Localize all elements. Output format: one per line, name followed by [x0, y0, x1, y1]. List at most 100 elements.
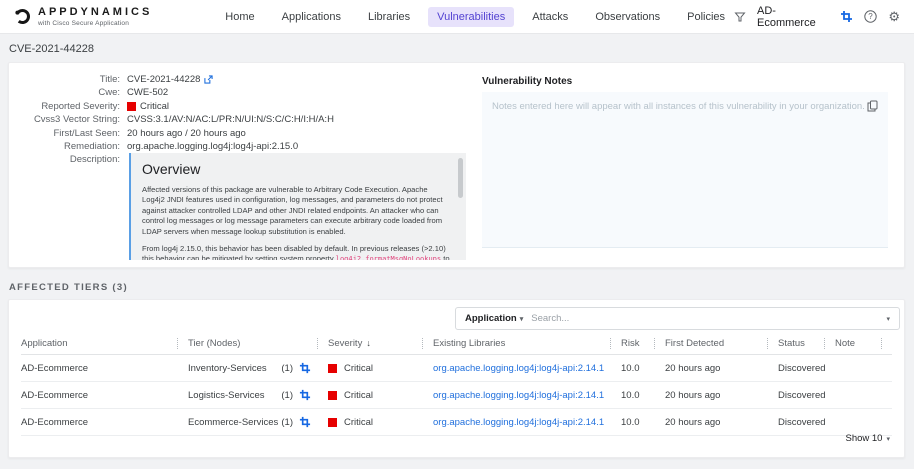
- application-selector[interactable]: AD-Ecommerce: [757, 5, 829, 29]
- appdynamics-logo[interactable]: APPDYNAMICS with Cisco Secure Applicatio…: [14, 6, 152, 27]
- table-header-row: Application Tier (Nodes) Severity ↓ Exist…: [21, 332, 892, 355]
- cell-risk: 10.0: [621, 362, 640, 374]
- cell-severity: Critical: [328, 363, 433, 374]
- topbar-actions: AD-Ecommerce ? ⚙: [734, 5, 900, 29]
- library-link[interactable]: org.apache.logging.log4j:log4j-api:2.14.…: [433, 390, 604, 401]
- copy-icon[interactable]: [867, 100, 878, 112]
- column-resize-handle[interactable]: [654, 337, 655, 349]
- nav-libraries[interactable]: Libraries: [359, 7, 419, 27]
- nav-policies[interactable]: Policies: [678, 7, 734, 27]
- description-overview-box[interactable]: Overview Affected versions of this packa…: [129, 153, 466, 260]
- overview-paragraph-2: From log4j 2.15.0, this behavior has bee…: [142, 244, 450, 260]
- table-row[interactable]: AD-Ecommerce Inventory-Services (1) Crit…: [21, 355, 892, 382]
- page-title: CVE-2021-44228: [9, 43, 95, 55]
- severity-critical-swatch: [328, 417, 337, 427]
- field-cvss-label: Cvss3 Vector String:: [33, 114, 120, 126]
- column-header-application[interactable]: Application: [21, 337, 188, 349]
- vulnerability-details-card: Title: CVE-2021-44228 Cwe: CWE-502 Repor…: [8, 62, 905, 268]
- cell-tier-nodes: Ecommerce-Services (1): [188, 416, 328, 428]
- flow-map-icon[interactable]: [299, 362, 311, 374]
- table-row[interactable]: AD-Ecommerce Ecommerce-Services (1) Crit…: [21, 409, 892, 436]
- cell-tier-nodes: Logistics-Services (1): [188, 389, 328, 401]
- flow-map-icon[interactable]: [840, 10, 853, 23]
- flow-map-icon[interactable]: [299, 389, 311, 401]
- nav-vulnerabilities[interactable]: Vulnerabilities: [428, 6, 515, 27]
- table-row[interactable]: AD-Ecommerce Logistics-Services (1) Crit…: [21, 382, 892, 409]
- node-count: (1): [281, 416, 293, 428]
- svg-text:?: ?: [869, 12, 874, 21]
- column-resize-handle[interactable]: [824, 337, 825, 349]
- table-footer: Show 10 ▾: [846, 433, 891, 444]
- column-resize-handle[interactable]: [422, 337, 423, 349]
- settings-gear-icon[interactable]: ⚙: [888, 10, 900, 23]
- column-header-first-detected[interactable]: First Detected: [665, 337, 778, 349]
- column-resize-handle[interactable]: [177, 337, 178, 349]
- column-resize-handle[interactable]: [881, 337, 882, 349]
- field-remediation-value: org.apache.logging.log4j:log4j-api:2.15.…: [127, 141, 299, 153]
- field-title: Title: CVE-2021-44228: [9, 73, 479, 86]
- notes-placeholder: Notes entered here will appear with all …: [492, 101, 865, 112]
- node-count: (1): [281, 362, 293, 374]
- cell-severity: Critical: [328, 417, 433, 428]
- column-header-existing-libraries[interactable]: Existing Libraries: [433, 337, 621, 349]
- overview-paragraph-1: Affected versions of this package are vu…: [142, 185, 443, 236]
- external-link-icon[interactable]: [204, 75, 214, 84]
- column-resize-handle[interactable]: [610, 337, 611, 349]
- severity-critical-swatch: [127, 102, 136, 112]
- search-filter-dropdown[interactable]: Application ▾: [465, 313, 523, 324]
- cell-risk: 10.0: [621, 389, 640, 401]
- overview-heading: Overview: [142, 161, 201, 177]
- filter-icon[interactable]: [734, 11, 746, 23]
- field-cvss-vector: Cvss3 Vector String: CVSS:3.1/AV:N/AC:L/…: [9, 113, 479, 126]
- help-icon[interactable]: ?: [864, 10, 878, 23]
- cell-status: Discovered: [778, 389, 826, 401]
- field-remediation-label: Remediation:: [64, 141, 120, 153]
- column-header-status[interactable]: Status: [778, 337, 835, 349]
- appdynamics-logo-icon: [14, 8, 31, 25]
- top-navigation-bar: APPDYNAMICS with Cisco Secure Applicatio…: [0, 0, 914, 34]
- column-resize-handle[interactable]: [317, 337, 318, 349]
- nav-home[interactable]: Home: [216, 7, 263, 27]
- scrollbar-thumb[interactable]: [458, 158, 463, 198]
- chevron-down-icon: ▾: [519, 315, 524, 323]
- cell-tier-nodes: Inventory-Services (1): [188, 362, 328, 374]
- affected-tiers-heading: AFFECTED TIERS (3): [9, 282, 128, 293]
- node-count: (1): [281, 389, 293, 401]
- field-severity-value: Critical: [140, 100, 170, 112]
- chevron-down-icon[interactable]: ▾: [886, 315, 890, 323]
- vulnerability-notes-input[interactable]: Notes entered here will appear with all …: [482, 92, 888, 248]
- column-header-severity[interactable]: Severity ↓: [328, 337, 433, 349]
- field-title-label: Title:: [99, 74, 120, 85]
- cell-existing-libraries: org.apache.logging.log4j:log4j-api:2.14.…: [433, 417, 621, 428]
- nav-applications[interactable]: Applications: [273, 7, 350, 27]
- field-cwe-value: CWE-502: [127, 87, 169, 99]
- field-reported-severity: Reported Severity: Critical: [9, 100, 479, 113]
- library-link[interactable]: org.apache.logging.log4j:log4j-api:2.14.…: [433, 363, 604, 374]
- cell-application: AD-Ecommerce: [21, 389, 89, 401]
- cell-status: Discovered: [778, 416, 826, 428]
- cell-existing-libraries: org.apache.logging.log4j:log4j-api:2.14.…: [433, 363, 621, 374]
- column-header-risk[interactable]: Risk: [621, 337, 665, 349]
- search-input[interactable]: Search...: [531, 313, 878, 324]
- cell-severity: Critical: [328, 390, 433, 401]
- cell-first-detected: 20 hours ago: [665, 389, 721, 401]
- main-nav: Home Applications Libraries Vulnerabilit…: [216, 6, 734, 27]
- severity-critical-swatch: [328, 390, 337, 400]
- column-resize-handle[interactable]: [767, 337, 768, 349]
- sort-descending-icon[interactable]: ↓: [366, 338, 371, 348]
- nav-observations[interactable]: Observations: [586, 7, 669, 27]
- cell-application: AD-Ecommerce: [21, 362, 89, 374]
- field-cwe-label: Cwe:: [98, 87, 120, 99]
- library-link[interactable]: org.apache.logging.log4j:log4j-api:2.14.…: [433, 417, 604, 428]
- cell-application: AD-Ecommerce: [21, 416, 89, 428]
- cell-status: Discovered: [778, 362, 826, 374]
- show-rows-select[interactable]: Show 10 ▾: [846, 433, 891, 444]
- column-header-note[interactable]: Note: [835, 337, 892, 349]
- field-cvss-value: CVSS:3.1/AV:N/AC:L/PR:N/UI:N/S:C/C:H/I:H…: [127, 114, 334, 126]
- cell-first-detected: 20 hours ago: [665, 416, 721, 428]
- field-title-value: CVE-2021-44228: [127, 74, 201, 85]
- flow-map-icon[interactable]: [299, 416, 311, 428]
- search-bar[interactable]: Application ▾ Search... ▾: [455, 307, 900, 330]
- nav-attacks[interactable]: Attacks: [523, 7, 577, 27]
- column-header-tier-nodes[interactable]: Tier (Nodes): [188, 337, 328, 349]
